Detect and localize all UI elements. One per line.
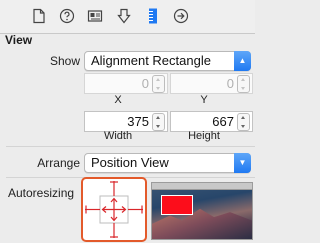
preview-window-titlebar (152, 183, 252, 190)
height-field-value: 667 (212, 114, 234, 129)
file-inspector-icon[interactable] (31, 8, 47, 24)
x-caption: X (114, 94, 122, 106)
width-field-value: 375 (127, 114, 149, 129)
show-label: Show (49, 54, 80, 68)
arrange-popup[interactable]: Position View ▼ (84, 153, 251, 173)
y-field[interactable]: 0 (170, 73, 253, 94)
show-popup[interactable]: Alignment Rectangle ▲ (84, 51, 251, 71)
width-caption: Width (103, 130, 133, 142)
height-stepper[interactable] (237, 113, 250, 131)
y-stepper[interactable] (237, 75, 250, 93)
inspector-toolbar (0, 0, 255, 34)
divider (6, 146, 255, 147)
height-caption: Height (188, 130, 220, 142)
width-field[interactable]: 375 (84, 111, 168, 132)
connections-inspector-icon[interactable] (173, 8, 189, 24)
popup-arrows-icon: ▲ (234, 51, 251, 71)
arrange-popup-value: Position View (91, 155, 169, 170)
arrange-label: Arrange (37, 156, 80, 170)
quick-help-icon[interactable] (59, 8, 75, 24)
y-caption: Y (200, 94, 208, 106)
section-title: View (5, 33, 33, 47)
width-stepper[interactable] (152, 113, 165, 131)
autoresizing-struts-springs-icon (85, 181, 143, 238)
x-stepper[interactable] (152, 75, 165, 93)
x-field-value: 0 (141, 76, 149, 91)
attributes-inspector-icon[interactable] (116, 8, 132, 24)
height-field[interactable]: 667 (170, 111, 253, 132)
autoresizing-control[interactable] (81, 177, 147, 242)
autoresizing-preview (151, 182, 253, 240)
show-popup-value: Alignment Rectangle (91, 53, 211, 68)
y-field-value: 0 (226, 76, 234, 91)
identity-inspector-icon[interactable] (87, 8, 103, 24)
preview-view-box (161, 195, 193, 215)
size-inspector-icon[interactable] (145, 8, 161, 24)
x-field[interactable]: 0 (84, 73, 168, 94)
autoresizing-label: Autoresizing (8, 186, 75, 200)
chevron-down-icon: ▼ (234, 153, 251, 173)
